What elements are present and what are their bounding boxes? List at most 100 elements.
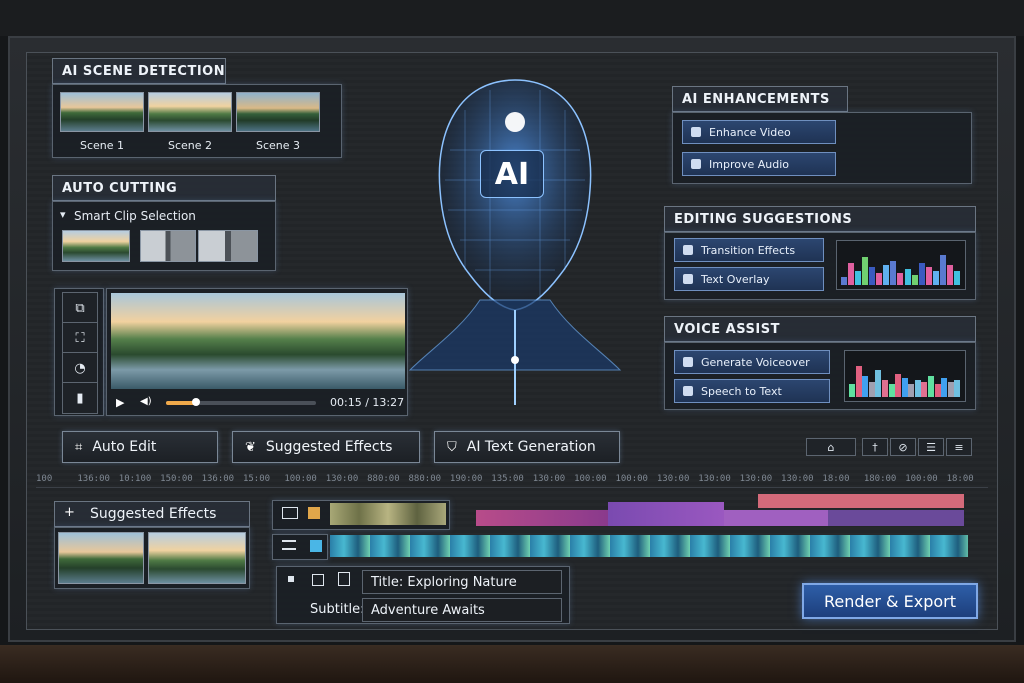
ai-head-illustration <box>408 79 622 405</box>
text-overlay-button[interactable]: Text Overlay <box>674 267 824 291</box>
cut-clip-1[interactable] <box>62 230 130 262</box>
add-effect-icon[interactable]: + <box>64 505 75 520</box>
video-clip-thumbs[interactable] <box>330 503 446 525</box>
level-bar <box>901 378 908 397</box>
ruler-tick-label: 880:00 <box>367 474 400 484</box>
effect-clip-4[interactable] <box>758 494 964 508</box>
ruler-tick-label: 880:00 <box>408 474 442 484</box>
seek-handle[interactable] <box>192 398 200 406</box>
effect-clip-2[interactable] <box>608 502 724 526</box>
subtitle-label: Subtitle: <box>310 602 365 617</box>
level-bar <box>921 382 928 397</box>
ruler-tick-label: 130:00 <box>325 474 359 484</box>
smart-clip-selection-option[interactable]: Smart Clip Selection <box>74 209 196 223</box>
cut-clip-3[interactable] <box>198 230 258 262</box>
suggested-effects-label: Suggested Effects <box>265 439 393 455</box>
menu-icon[interactable] <box>282 540 296 550</box>
generate-voiceover-button[interactable]: Generate Voiceover <box>674 350 830 374</box>
chevron-down-icon[interactable]: ▾ <box>60 208 66 221</box>
ruler-tick-label: 130:00 <box>739 474 773 484</box>
title-value: Exploring Nature <box>407 574 517 590</box>
improve-audio-button[interactable]: Improve Audio <box>682 152 836 176</box>
title-field[interactable]: Title: Exploring Nature <box>362 570 562 594</box>
level-bar <box>883 265 890 285</box>
volume-icon[interactable]: ◀) <box>140 396 152 407</box>
effect-clip-3[interactable] <box>724 510 828 526</box>
text-style-icon[interactable] <box>312 574 324 586</box>
level-bar <box>869 267 876 285</box>
audio-track-icon[interactable] <box>310 540 322 552</box>
level-bar <box>911 275 918 285</box>
ruler-tick-label: 18:00 <box>822 474 850 484</box>
speech-to-text-icon <box>683 386 693 396</box>
suggested-effects-button[interactable]: ❦ Suggested Effects <box>232 431 420 463</box>
level-bar <box>939 255 946 285</box>
level-bar <box>946 265 953 285</box>
ai-text-generation-button[interactable]: ⛉ AI Text Generation <box>434 431 620 463</box>
level-bar <box>914 380 921 397</box>
voice-assist-title: VOICE ASSIST <box>674 322 780 337</box>
level-bar <box>895 373 902 397</box>
toolbar-icon-1[interactable]: ⌂ <box>806 438 856 456</box>
level-bar <box>855 365 862 397</box>
ruler-tick-label: 190:00 <box>449 474 483 484</box>
transition-effects-button[interactable]: Transition Effects <box>674 238 824 262</box>
text-overlay-icon <box>683 274 693 284</box>
audio-clip-strip[interactable] <box>330 535 968 557</box>
effect-clip-5[interactable] <box>828 510 964 526</box>
level-bar <box>908 384 915 397</box>
effect-thumb-1[interactable] <box>58 532 144 584</box>
improve-audio-icon <box>691 159 701 169</box>
enhance-video-button[interactable]: Enhance Video <box>682 120 836 144</box>
document-icon[interactable] <box>338 572 350 586</box>
render-export-button[interactable]: Render & Export <box>802 583 978 619</box>
preview-tool-3-icon[interactable]: ◔ <box>62 352 98 384</box>
effect-thumb-2[interactable] <box>148 532 246 584</box>
text-align-icon[interactable] <box>288 576 294 582</box>
toolbar-icon-5[interactable]: ≡ <box>946 438 972 456</box>
level-bar <box>897 273 904 285</box>
effects-panel-title: Suggested Effects <box>90 506 217 522</box>
effect-clip-1[interactable] <box>476 510 608 526</box>
auto-edit-button[interactable]: ⌗ Auto Edit <box>62 431 218 463</box>
scene-2-thumbnail[interactable] <box>148 92 232 132</box>
ruler-tick-label: 100:00 <box>574 474 607 484</box>
subtitle-field[interactable]: Adventure Awaits <box>362 598 562 622</box>
level-bar <box>890 261 897 285</box>
ruler-tick-label: 18:00 <box>946 474 974 484</box>
ai-label: AI <box>480 150 544 198</box>
scene-3-thumbnail[interactable] <box>236 92 320 132</box>
level-bar <box>855 271 862 285</box>
speech-to-text-button[interactable]: Speech to Text <box>674 379 830 403</box>
level-bar <box>862 257 869 285</box>
preview-tool-4-icon[interactable]: ▮ <box>62 382 98 414</box>
voice-levels-graph <box>844 350 966 402</box>
seek-bar[interactable] <box>166 398 316 406</box>
preview-tool-2-icon[interactable]: ⛶ <box>62 322 98 354</box>
scene-detection-title: AI SCENE DETECTION <box>62 64 226 79</box>
ai-text-generation-label: AI Text Generation <box>466 439 596 455</box>
toolbar-icon-4[interactable]: ☰ <box>918 438 944 456</box>
video-track-icon <box>282 507 298 519</box>
scene-3-label: Scene 3 <box>255 139 301 152</box>
scene-1-thumbnail[interactable] <box>60 92 144 132</box>
level-bar <box>947 382 954 397</box>
level-bar <box>868 382 875 397</box>
play-button[interactable]: ▶ <box>116 396 134 410</box>
scene-2-label: Scene 2 <box>167 139 213 152</box>
timecode: 00:15 / 13:27 <box>330 396 405 409</box>
toolbar-icon-2[interactable]: † <box>862 438 888 456</box>
level-bar <box>881 380 888 397</box>
level-bar <box>841 277 847 285</box>
ruler-tick-label: 136:00 <box>201 474 235 484</box>
ruler-tick-label: 130:00 <box>532 474 566 484</box>
editing-levels-graph <box>836 240 966 290</box>
level-bar <box>849 384 855 397</box>
cut-clip-2[interactable] <box>140 230 196 262</box>
video-track-lock-icon[interactable] <box>308 507 320 519</box>
level-bar <box>875 369 882 397</box>
ruler-tick-label: 130:00 <box>656 474 690 484</box>
preview-tool-1-icon[interactable]: ⧉ <box>62 292 98 324</box>
timeline-ruler[interactable]: 100 136:00 10:100 150:00 136:00 15:00 100:00 13… <box>36 470 988 488</box>
toolbar-icon-3[interactable]: ⊘ <box>890 438 916 456</box>
